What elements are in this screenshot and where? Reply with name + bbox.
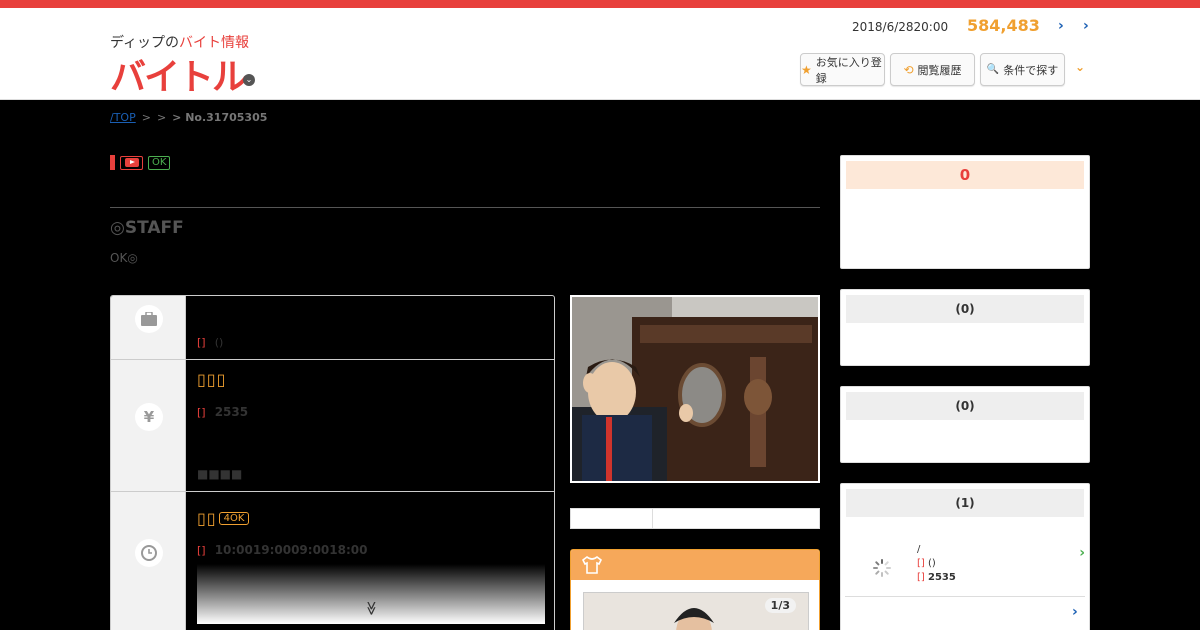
favorites-button[interactable]: ★ お気に入り登録: [800, 53, 885, 86]
site-logo[interactable]: バイトル: [110, 48, 248, 100]
ok-badge: OK: [148, 155, 171, 170]
history-button[interactable]: ⟲ 閲覧履歴: [890, 53, 975, 86]
search-icon: 🔍: [986, 64, 1000, 75]
info-row-hours: ▯▯ 4OK [] 10:0019:0009:0018:00 ≫: [111, 492, 554, 630]
job-title: ◎STAFF: [110, 218, 184, 238]
clock-icon: [135, 539, 163, 567]
chevron-right-icon[interactable]: ›: [1079, 545, 1085, 561]
briefcase-icon: [135, 305, 163, 333]
info-row-job: [] (): [111, 296, 554, 360]
divider: [110, 207, 820, 208]
working-hours: 10:0019:0009:0018:00: [214, 543, 368, 557]
loading-icon: [873, 559, 891, 581]
job-badges: OK: [110, 155, 171, 170]
ok-pill: 4OK: [218, 512, 250, 525]
chevron-right-icon[interactable]: ›: [1083, 18, 1089, 34]
staff-thumbnail[interactable]: 1/3: [583, 592, 809, 630]
breadcrumb-top-link[interactable]: /TOP: [110, 111, 136, 124]
job-photo[interactable]: [570, 295, 820, 483]
video-icon: [120, 155, 143, 170]
chevron-right-icon[interactable]: ›: [1072, 604, 1078, 620]
sidebar-box-4-title: (1): [846, 489, 1084, 517]
yen-icon: ¥: [135, 403, 163, 431]
tab-1[interactable]: [571, 509, 653, 528]
sidebar-box-2-title: (0): [846, 295, 1084, 323]
breadcrumb-current: > No.31705305: [172, 111, 268, 124]
sidebar-box-1-value: 0: [846, 161, 1084, 189]
info-row-wage: ¥ ▯▯▯ [] 2535 ■■■■: [111, 360, 554, 492]
tab-2[interactable]: [653, 509, 819, 528]
staff-photo-panel: 1/3: [570, 549, 820, 630]
star-icon: ★: [801, 62, 812, 77]
sidebar-box-1: 0: [840, 155, 1090, 269]
search-button[interactable]: 🔍 条件で探す: [980, 53, 1065, 86]
update-date: 2018/6/2820:00: [852, 20, 949, 34]
chevron-right-icon[interactable]: ›: [1058, 18, 1064, 34]
job-subtitle: OK◎: [110, 251, 138, 265]
top-accent-bar: [0, 0, 1200, 8]
site-header: ディップのバイト情報 バイトル ⌄ 2018/6/2820:00 584,483…: [0, 8, 1200, 100]
photo-tabs[interactable]: [570, 508, 820, 529]
sidebar-box-2: (0): [840, 289, 1090, 366]
logo-menu-icon[interactable]: ⌄: [243, 74, 255, 86]
breadcrumb: /TOP > > > No.31705305: [110, 111, 268, 124]
sidebar-box-3: (0): [840, 386, 1090, 463]
wage-value: 2535: [214, 405, 249, 419]
gallery-counter: 1/3: [764, 598, 796, 613]
expand-icon[interactable]: ≫: [363, 601, 379, 616]
job-count: 584,483: [967, 16, 1040, 35]
shirt-icon: [571, 550, 819, 580]
chevron-down-icon[interactable]: ⌄: [1075, 60, 1085, 74]
accent-marker: [110, 155, 115, 170]
list-item[interactable]: / [] () [] 2535 ›: [845, 537, 1085, 597]
sidebar-box-3-title: (0): [846, 392, 1084, 420]
job-info-table: [] () ¥ ▯▯▯ [] 2535 ■■■■ ▯▯ 4OK [] 10:00…: [110, 295, 555, 630]
history-icon: ⟲: [903, 62, 914, 77]
